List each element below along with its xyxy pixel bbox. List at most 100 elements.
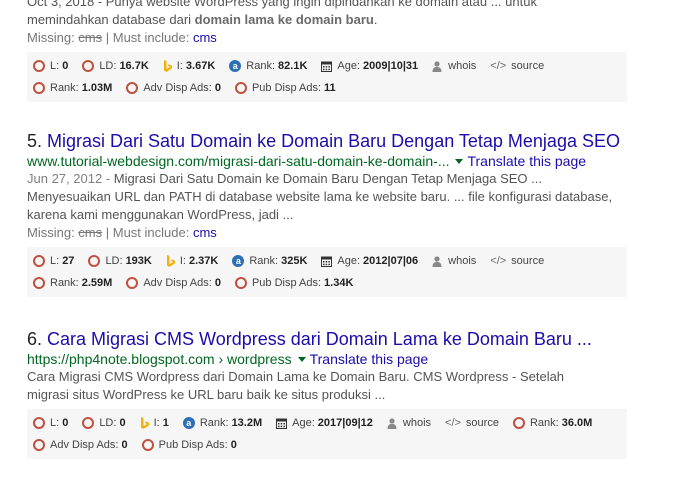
result-snippet: Jun 27, 2012 - Migrasi Dari Satu Domain …: [27, 170, 627, 224]
snippet-line: Cara Migrasi CMS Wordpress dari Domain L…: [27, 369, 565, 384]
ring-icon: [33, 255, 45, 267]
calendar-icon: [321, 61, 333, 72]
result-url[interactable]: www.tutorial-webdesign.com/migrasi-dari-…: [27, 153, 449, 169]
seo-row: Rank: 1.03M Adv Disp Ads: 0 Pub Disp Ads: 11: [27, 77, 627, 99]
metric-label: L:: [50, 255, 60, 267]
seo-metric: Adv Disp Ads: 0: [126, 82, 221, 94]
metric-label: Age:: [337, 60, 361, 72]
result-title-link[interactable]: Migrasi Dari Satu Domain ke Domain Baru …: [47, 131, 620, 151]
person-icon: [387, 417, 397, 429]
metric-value: 1.03M: [81, 82, 113, 94]
result-title-link[interactable]: Cara Migrasi CMS Wordpress dari Domain L…: [47, 329, 592, 349]
bing-icon: [166, 254, 176, 268]
metric-label: source: [511, 60, 545, 72]
seo-metric: I: 2.37K: [166, 254, 218, 268]
metric-label: Pub Disp Ads:: [251, 277, 322, 289]
metric-value: 27: [62, 255, 75, 267]
must-include-link[interactable]: cms: [193, 225, 217, 240]
code-icon: </>: [490, 60, 507, 72]
seo-metric: I: 3.67K: [163, 59, 216, 73]
snippet-line: memindahkan database dari domain lama ke…: [27, 12, 378, 27]
seo-row: Rank: 2.59M Adv Disp Ads: 0 Pub Disp Ads: 1.3…: [27, 272, 627, 294]
seo-metric: LD: 0: [82, 417, 126, 429]
metric-label: I:: [176, 60, 183, 72]
metric-label: Rank:: [529, 417, 559, 429]
dropdown-arrow-icon[interactable]: [455, 159, 464, 164]
seo-metric[interactable]: </> source: [490, 255, 544, 267]
metric-value: 0: [62, 417, 69, 429]
metric-label: Rank:: [199, 417, 229, 429]
metric-value: 0: [214, 82, 221, 94]
seo-metric: a Rank: 13.2M: [182, 417, 263, 429]
ring-icon: [82, 60, 95, 72]
seo-metric: LD: 193K: [88, 255, 152, 267]
result-title-line: 5. Migrasi Dari Satu Domain ke Domain Ba…: [27, 130, 627, 152]
bing-icon: [140, 416, 150, 430]
seo-metric[interactable]: </> source: [490, 60, 544, 72]
result-4-partial: Oct 3, 2018 - Punya website WordPress ya…: [27, 0, 627, 102]
ring-icon: [234, 82, 247, 94]
seo-metrics-box: L: 0 LD: 0 I: 1 a Rank: 13.2M Age: 2017|09|12 whois…: [27, 409, 627, 459]
metric-value: 1.34K: [324, 277, 354, 289]
metric-label: Rank:: [50, 277, 79, 289]
seo-metric[interactable]: </> source: [445, 417, 499, 429]
snippet-line: karena kami menggunakan WordPress, jadi …: [27, 207, 294, 222]
metric-value: 0: [214, 277, 221, 289]
ring-icon: [33, 60, 45, 72]
seo-metric[interactable]: whois: [432, 60, 476, 72]
seo-metric: Adv Disp Ads: 0: [33, 439, 128, 451]
seo-metric: LD: 16.7K: [82, 60, 149, 72]
metric-value: 2012|07|06: [363, 255, 419, 267]
metric-value: 0: [230, 439, 237, 451]
metric-label: whois: [448, 60, 477, 72]
translate-link[interactable]: Translate this page: [467, 153, 586, 169]
must-include-link[interactable]: cms: [193, 30, 217, 45]
seo-metric[interactable]: whois: [387, 417, 431, 429]
person-icon: [432, 255, 442, 267]
alexa-icon: a: [182, 417, 195, 429]
dropdown-arrow-icon[interactable]: [297, 357, 306, 362]
metric-value: 0: [62, 60, 69, 72]
metric-label: Pub Disp Ads:: [158, 439, 228, 451]
metric-label: whois: [402, 417, 432, 429]
ring-icon: [33, 439, 45, 451]
seo-metric: Age: 2017|09|12: [276, 417, 373, 429]
seo-metric: I: 1: [140, 416, 169, 430]
code-icon: </>: [490, 255, 507, 267]
ring-icon: [33, 82, 45, 94]
seo-metric: L: 0: [33, 417, 68, 429]
seo-row: Adv Disp Ads: 0 Pub Disp Ads: 0: [27, 434, 627, 456]
metric-label: LD:: [99, 417, 117, 429]
metric-label: source: [465, 417, 499, 429]
seo-metric: L: 27: [33, 255, 74, 267]
metric-value: 36.0M: [561, 417, 593, 429]
snippet-line: Oct 3, 2018 - Punya website WordPress ya…: [27, 0, 537, 9]
metric-label: Adv Disp Ads:: [143, 277, 212, 289]
code-icon: </>: [445, 417, 461, 429]
snippet-line: Jun 27, 2012 - Migrasi Dari Satu Domain …: [27, 171, 542, 186]
seo-metric[interactable]: whois: [432, 255, 476, 267]
calendar-icon: [276, 418, 288, 429]
metric-value: 3.67K: [185, 60, 216, 72]
metric-label: source: [511, 255, 545, 267]
seo-metric: Rank: 36.0M: [512, 417, 593, 429]
ring-icon: [126, 82, 139, 94]
result-url[interactable]: https://php4note.blogspot.com › wordpres…: [27, 351, 292, 367]
missing-terms: Missing: cms | Must include: cms: [27, 30, 217, 45]
metric-label: Age:: [292, 417, 315, 429]
metric-label: Rank:: [50, 82, 79, 94]
metric-value: 325K: [281, 255, 308, 267]
translate-link[interactable]: Translate this page: [310, 351, 429, 367]
metric-value: 13.2M: [231, 417, 263, 429]
metric-label: whois: [448, 255, 477, 267]
alexa-icon: a: [229, 60, 242, 72]
snippet-line: Menyesuaikan URL dan PATH di database we…: [27, 189, 613, 204]
result-snippet: Oct 3, 2018 - Punya website WordPress ya…: [27, 0, 627, 29]
metric-label: LD:: [105, 255, 123, 267]
seo-row: L: 0 LD: 16.7K I: 3.67K a Rank: 82.1K Age: 2009|10…: [27, 55, 627, 77]
metric-value: 0: [121, 439, 128, 451]
metric-value: 0: [119, 417, 126, 429]
metric-value: 2009|10|31: [363, 60, 419, 72]
missing-word: cms: [78, 225, 103, 240]
seo-metric: Rank: 1.03M: [33, 82, 112, 94]
